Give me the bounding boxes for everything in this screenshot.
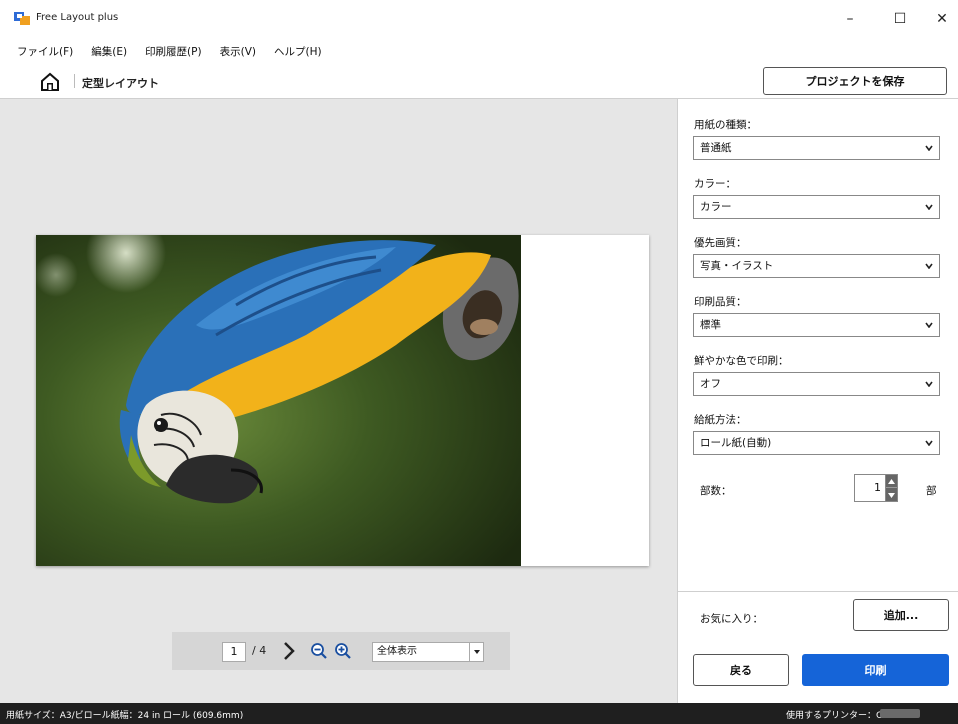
paper-size-status: 用紙サイズ：A3/ビロール紙幅：24 in ロール (609.6mm): [6, 711, 244, 721]
vivid-color-label: 鮮やかな色で印刷：: [694, 355, 789, 367]
menu-edit[interactable]: 編集(E): [82, 40, 136, 62]
priority-quality-select[interactable]: 写真・イラスト: [693, 254, 940, 278]
menu-view[interactable]: 表示(V): [211, 40, 265, 62]
chevron-down-icon: [888, 493, 895, 498]
menu-help[interactable]: ヘルプ(H): [265, 40, 331, 62]
title-bar: Free Layout plus – ☐ ✕: [0, 0, 958, 36]
favorites-label: お気に入り：: [700, 613, 763, 625]
menu-print-history[interactable]: 印刷履歴(P): [136, 40, 211, 62]
close-button[interactable]: ✕: [922, 6, 958, 32]
page-navigation: 1 / 4 全体表示: [172, 632, 510, 670]
page-total: / 4: [252, 644, 267, 657]
print-button[interactable]: 印刷: [802, 654, 949, 686]
app-icon: [14, 12, 30, 25]
add-favorite-button[interactable]: 追加...: [853, 599, 949, 631]
status-bar: 用紙サイズ：A3/ビロール紙幅：24 in ロール (609.6mm) 使用する…: [0, 703, 958, 724]
chevron-down-icon: [925, 440, 933, 446]
paper-type-select[interactable]: 普通紙: [693, 136, 940, 160]
paper-preview: [36, 235, 649, 566]
chevron-down-icon: [925, 322, 933, 328]
save-project-button[interactable]: プロジェクトを保存: [763, 67, 947, 95]
menu-bar: ファイル(F) 編集(E) 印刷履歴(P) 表示(V) ヘルプ(H): [0, 40, 331, 62]
paper-source-label: 給紙方法：: [694, 414, 747, 426]
chevron-down-icon: [925, 145, 933, 151]
paper-source-select[interactable]: ロール紙(自動): [693, 431, 940, 455]
back-button[interactable]: 戻る: [693, 654, 789, 686]
vivid-color-select[interactable]: オフ: [693, 372, 940, 396]
minimize-button[interactable]: –: [830, 6, 870, 32]
maximize-button[interactable]: ☐: [880, 6, 920, 32]
color-value: カラー: [700, 201, 732, 213]
zoom-out-icon[interactable]: [310, 642, 328, 660]
menu-file[interactable]: ファイル(F): [8, 40, 82, 62]
copies-decrement-button[interactable]: [886, 489, 897, 502]
paper-type-label: 用紙の種類：: [694, 119, 757, 131]
vivid-color-value: オフ: [700, 378, 721, 390]
copies-stepper: [886, 474, 898, 502]
preview-area: 1 / 4 全体表示: [0, 98, 677, 703]
chevron-down-icon: [925, 263, 933, 269]
chevron-up-icon: [888, 478, 895, 484]
home-icon[interactable]: [40, 72, 60, 92]
settings-panel: 用紙の種類： 普通紙 カラー： カラー 優先画質： 写真・イラスト 印刷品質： …: [677, 98, 958, 703]
window-title: Free Layout plus: [36, 12, 119, 23]
zoom-select[interactable]: 全体表示: [372, 642, 484, 662]
copies-label: 部数：: [700, 485, 732, 497]
breadcrumb-separator: [74, 74, 75, 88]
priority-quality-value: 写真・イラスト: [700, 260, 774, 272]
breadcrumb-current: 定型レイアウト: [82, 77, 159, 90]
divider: [678, 591, 958, 592]
zoom-in-icon[interactable]: [334, 642, 352, 660]
printer-name-redacted: [880, 709, 920, 718]
page-number-input[interactable]: 1: [222, 642, 246, 662]
copies-increment-button[interactable]: [886, 475, 897, 488]
color-label: カラー：: [694, 178, 736, 190]
paper-type-value: 普通紙: [700, 142, 732, 154]
chevron-down-icon: [925, 204, 933, 210]
next-page-icon[interactable]: [282, 641, 296, 661]
priority-quality-label: 優先画質：: [694, 237, 747, 249]
chevron-down-icon: [469, 643, 483, 661]
paper-source-value: ロール紙(自動): [700, 437, 772, 449]
parrot-photo[interactable]: [36, 235, 521, 566]
print-quality-value: 標準: [700, 319, 721, 331]
color-select[interactable]: カラー: [693, 195, 940, 219]
zoom-select-value: 全体表示: [377, 646, 417, 657]
print-quality-label: 印刷品質：: [694, 296, 747, 308]
copies-unit: 部: [926, 485, 937, 497]
chevron-down-icon: [925, 381, 933, 387]
copies-input[interactable]: 1: [854, 474, 886, 502]
print-quality-select[interactable]: 標準: [693, 313, 940, 337]
